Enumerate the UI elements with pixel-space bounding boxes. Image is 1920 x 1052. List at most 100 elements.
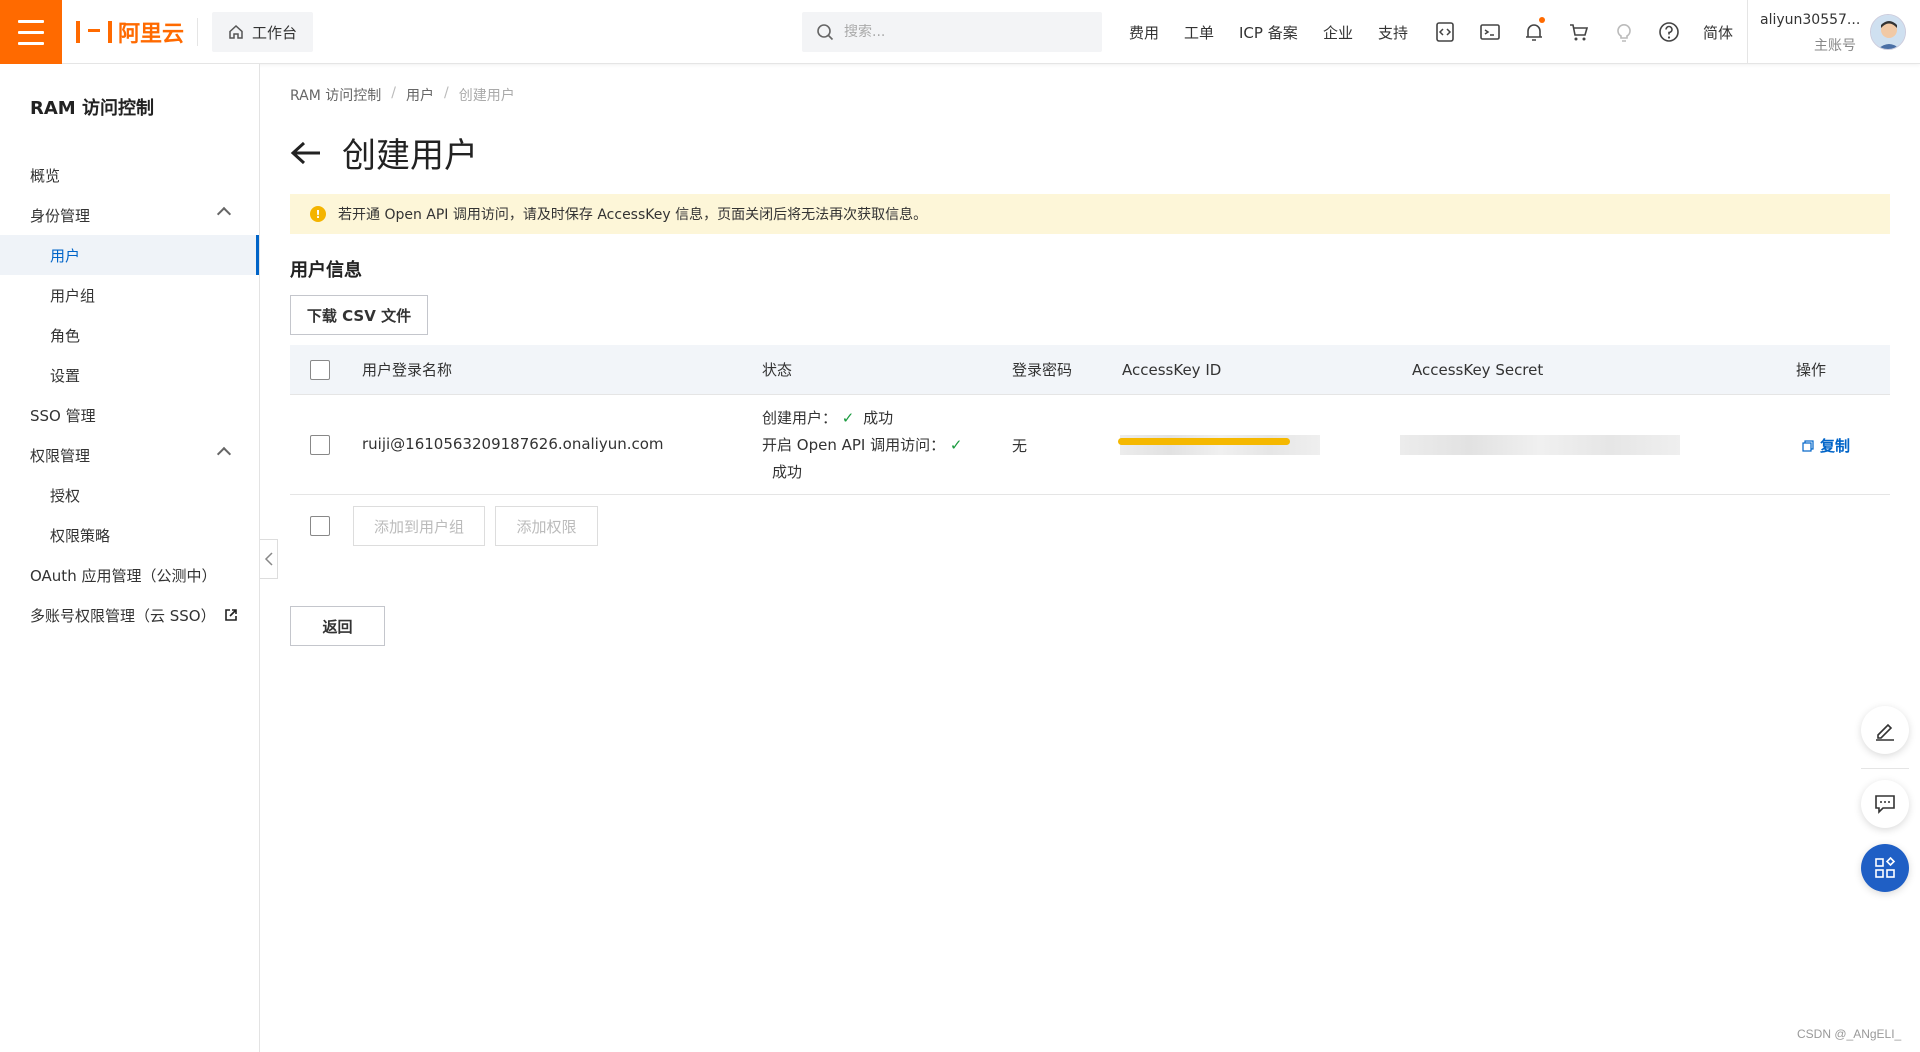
- external-link-icon: [224, 609, 237, 621]
- add-permission-button[interactable]: 添加权限: [495, 506, 598, 546]
- sidebar-item-settings[interactable]: 设置: [0, 355, 259, 395]
- terminal-icon[interactable]: [1478, 20, 1502, 44]
- chevron-up-icon: [216, 446, 232, 462]
- sidebar-title: RAM 访问控制: [30, 98, 154, 119]
- search-box[interactable]: [802, 12, 1102, 52]
- check-icon: ✓: [841, 409, 855, 427]
- language-switch[interactable]: 简体: [1703, 0, 1733, 64]
- sidebar-item-label: 授权: [50, 486, 81, 505]
- help-icon[interactable]: [1657, 20, 1681, 44]
- redaction-scribble: [1118, 438, 1290, 445]
- workbench-label: 工作台: [252, 23, 298, 42]
- sidebar-item-roles[interactable]: 角色: [0, 315, 259, 355]
- nav-icp[interactable]: ICP 备案: [1239, 0, 1298, 64]
- download-csv-button[interactable]: 下载 CSV 文件: [290, 295, 428, 335]
- sidebar-item-label: 角色: [50, 326, 81, 345]
- sidebar-item-label: SSO 管理: [30, 406, 96, 425]
- sidebar-group-permissions[interactable]: 权限管理: [0, 435, 259, 475]
- menu-icon: [18, 16, 44, 49]
- warning-alert: ! 若开通 Open API 调用访问，请及时保存 AccessKey 信息，页…: [290, 194, 1890, 234]
- table-row: ruiji@1610563209187626.onaliyun.com 创建用户…: [290, 395, 1890, 495]
- chevron-up-icon: [216, 206, 232, 222]
- table-header: 用户登录名称 状态 登录密码 AccessKey ID AccessKey Se…: [290, 345, 1890, 395]
- breadcrumb-separator: /: [391, 85, 396, 101]
- alert-text: 若开通 Open API 调用访问，请及时保存 AccessKey 信息，页面关…: [338, 207, 928, 223]
- breadcrumb-separator: /: [444, 85, 449, 101]
- feedback-edit-button[interactable]: [1861, 706, 1909, 754]
- sidebar-item-label: 多账号权限管理（云 SSO）: [30, 606, 216, 625]
- sidebar-item-multi-account[interactable]: 多账号权限管理（云 SSO）: [0, 595, 259, 635]
- sidebar-item-label: 概览: [30, 166, 61, 185]
- user-name[interactable]: aliyun30557...: [1760, 12, 1860, 28]
- divider: [1861, 768, 1909, 769]
- column-header-password: 登录密码: [1012, 361, 1073, 379]
- chat-button[interactable]: [1861, 780, 1909, 828]
- status-api-label: 开启 Open API 调用访问：: [762, 436, 946, 454]
- row-checkbox[interactable]: [310, 435, 330, 455]
- nav-enterprise[interactable]: 企业: [1323, 0, 1353, 64]
- copy-button[interactable]: 复制: [1802, 435, 1850, 456]
- cart-icon[interactable]: [1567, 20, 1591, 44]
- search-input[interactable]: [844, 24, 1084, 40]
- apps-button[interactable]: [1861, 844, 1909, 892]
- breadcrumb-ram[interactable]: RAM 访问控制: [290, 85, 381, 105]
- hamburger-menu-button[interactable]: [0, 0, 62, 64]
- sidebar-item-users[interactable]: 用户: [0, 235, 259, 275]
- sidebar-item-label: 用户组: [50, 286, 96, 305]
- brand-text: 阿里云: [118, 22, 185, 47]
- breadcrumb-users[interactable]: 用户: [406, 85, 434, 105]
- login-name-cell: ruiji@1610563209187626.onaliyun.com: [362, 435, 664, 453]
- nav-support[interactable]: 支持: [1378, 0, 1408, 64]
- sidebar-item-grants[interactable]: 授权: [0, 475, 259, 515]
- password-cell: 无: [1012, 437, 1028, 455]
- logo-mark-icon: [76, 21, 112, 43]
- sidebar-group-identity[interactable]: 身份管理: [0, 195, 259, 235]
- avatar[interactable]: [1870, 14, 1906, 50]
- page-header: 创建用户: [290, 128, 478, 177]
- status-create-line: 创建用户： ✓ 成功: [762, 407, 893, 428]
- nav-tickets[interactable]: 工单: [1184, 0, 1214, 64]
- section-title: 用户信息: [290, 260, 362, 281]
- code-bracket-icon[interactable]: [1433, 20, 1457, 44]
- status-api-line: 开启 Open API 调用访问： ✓: [762, 434, 962, 455]
- divider: [1747, 0, 1748, 64]
- bell-icon[interactable]: [1522, 17, 1546, 44]
- status-create-label: 创建用户：: [762, 409, 838, 427]
- sidebar-item-label: OAuth 应用管理（公测中）: [30, 566, 217, 585]
- search-icon: [817, 24, 834, 41]
- top-bar: 阿里云 工作台 费用 工单 ICP 备案 企业 支持 简体 aliyun3055…: [0, 0, 1920, 64]
- sidebar-collapse-button[interactable]: [260, 539, 278, 579]
- sidebar-item-sso[interactable]: SSO 管理: [0, 395, 259, 435]
- back-button[interactable]: 返回: [290, 606, 385, 646]
- chevron-left-icon: [264, 552, 273, 566]
- copy-icon: [1802, 439, 1814, 452]
- column-header-status: 状态: [762, 361, 793, 379]
- sidebar-item-policies[interactable]: 权限策略: [0, 515, 259, 555]
- sidebar: RAM 访问控制 概览 身份管理 用户 用户组 角色 设置 SSO 管理 权限管…: [0, 64, 260, 1052]
- nav-billing[interactable]: 费用: [1129, 0, 1159, 64]
- status-api-result: 成功: [772, 463, 803, 481]
- chat-icon: [1875, 795, 1895, 814]
- pencil-icon: [1876, 723, 1894, 741]
- column-header-actions: 操作: [1796, 361, 1827, 379]
- sidebar-item-user-groups[interactable]: 用户组: [0, 275, 259, 315]
- breadcrumb-current: 创建用户: [458, 88, 515, 104]
- workbench-button[interactable]: 工作台: [212, 12, 314, 52]
- watermark: CSDN @_ANgELI_: [1797, 1027, 1902, 1041]
- aliyun-logo[interactable]: 阿里云: [76, 14, 184, 50]
- page-title: 创建用户: [342, 136, 478, 176]
- sidebar-item-label: 权限策略: [50, 526, 111, 545]
- sidebar-item-oauth[interactable]: OAuth 应用管理（公测中）: [0, 555, 259, 595]
- add-to-group-button[interactable]: 添加到用户组: [353, 506, 485, 546]
- sidebar-item-overview[interactable]: 概览: [0, 155, 259, 195]
- column-header-accesskey-secret: AccessKey Secret: [1412, 361, 1544, 379]
- home-icon: [229, 24, 243, 39]
- accesskey-secret-redacted: [1400, 435, 1680, 455]
- lightbulb-icon[interactable]: [1612, 20, 1636, 44]
- sidebar-item-label: 设置: [50, 366, 81, 385]
- bulk-select-checkbox[interactable]: [310, 516, 330, 536]
- check-icon: ✓: [949, 436, 963, 454]
- select-all-checkbox[interactable]: [310, 360, 330, 380]
- copy-label: 复制: [1820, 437, 1851, 455]
- back-arrow-icon[interactable]: [290, 140, 322, 166]
